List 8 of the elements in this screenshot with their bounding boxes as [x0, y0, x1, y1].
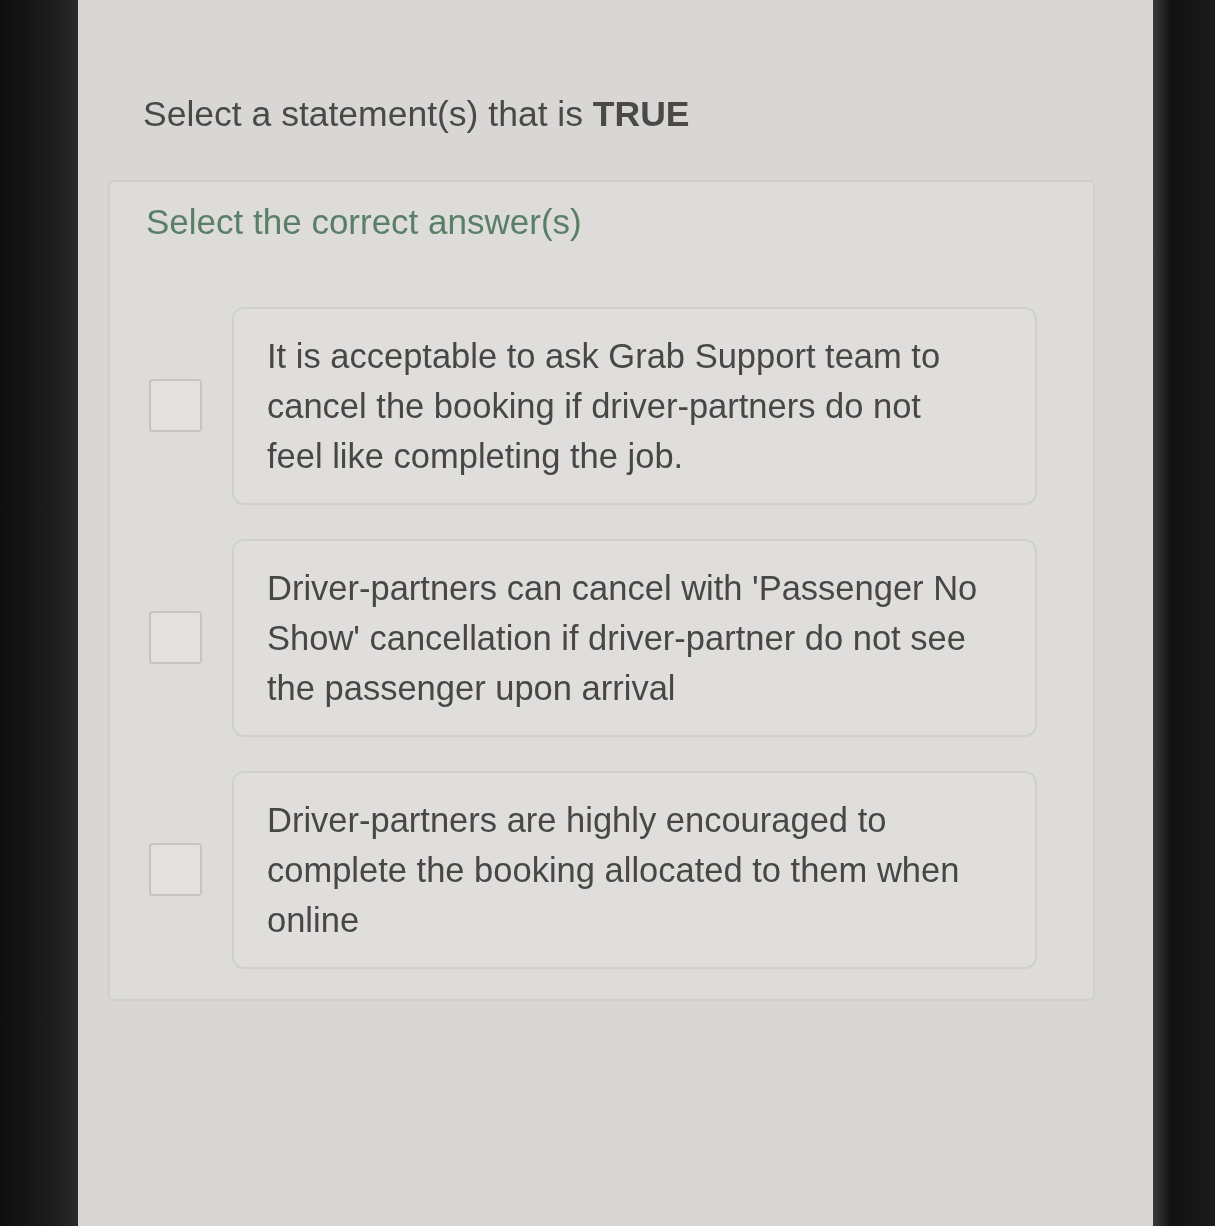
question-text: Select a statement(s) that is TRUE [143, 93, 690, 136]
checkbox[interactable] [149, 843, 202, 896]
answer-option[interactable]: Driver-partners can cancel with 'Passenger No Show' cancellation if driver-partner do not see the passenger upon arrival [232, 538, 1037, 737]
checkbox[interactable] [149, 611, 202, 664]
answer-option[interactable]: Driver-partners are highly encouraged to complete the booking allocated to them when online [232, 770, 1037, 969]
checkbox[interactable] [149, 379, 202, 432]
answer-option[interactable]: It is acceptable to ask Grab Support team to cancel the booking if driver-partners do not feel like completing the job. [232, 306, 1037, 505]
instruction-text: Select the correct answer(s) [146, 201, 582, 243]
